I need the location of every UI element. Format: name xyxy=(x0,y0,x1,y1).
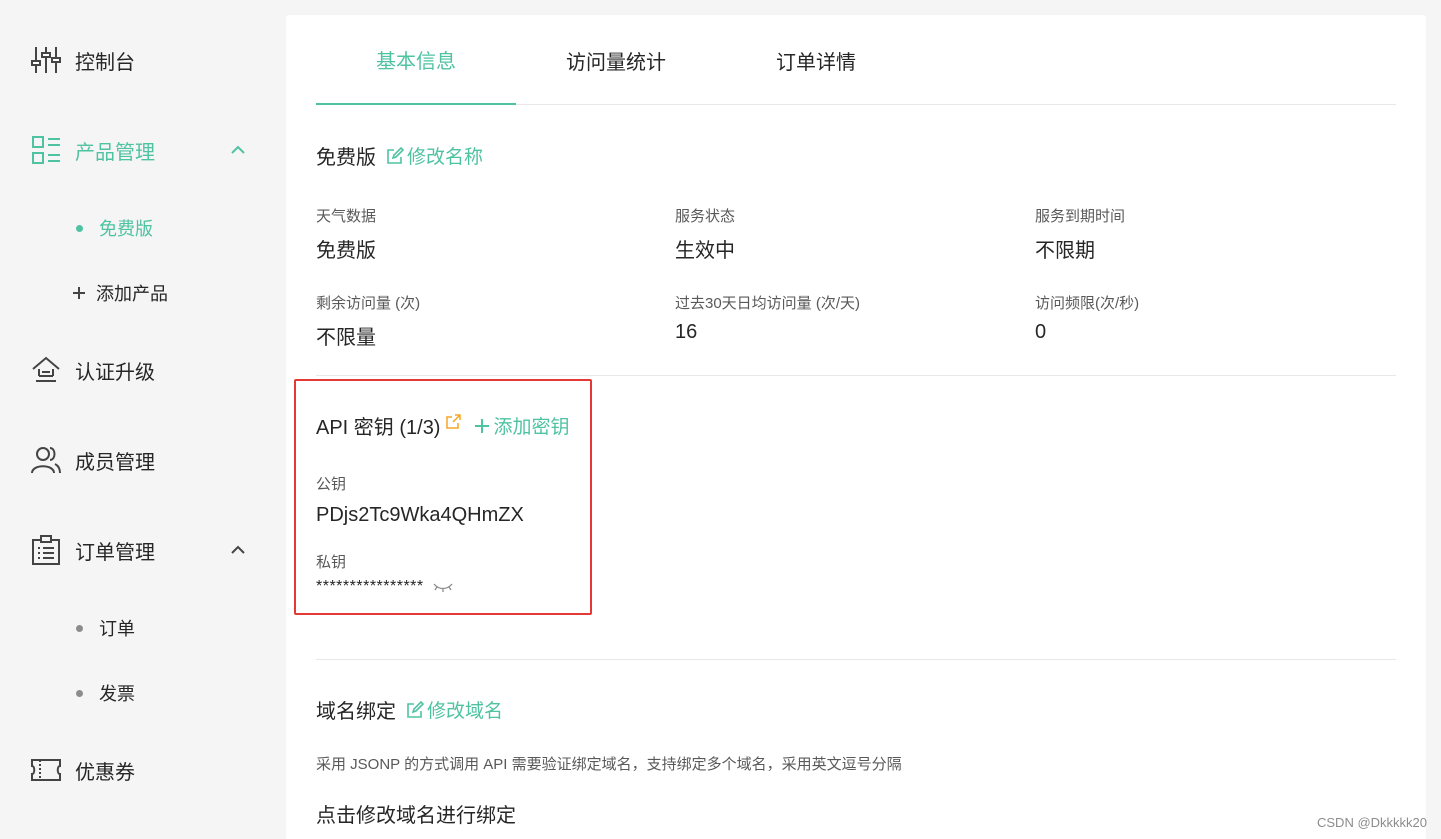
field-label: 过去30天日均访问量 (次/天) xyxy=(675,295,861,312)
field-label: 公钥 xyxy=(316,476,347,493)
sidebar-subitem-free-plan[interactable]: 免费版 xyxy=(76,215,153,241)
domain-title: 域名绑定 xyxy=(316,701,396,723)
chevron-up-icon[interactable] xyxy=(230,142,246,158)
tab-basic-info[interactable]: 基本信息 xyxy=(316,15,516,105)
field-value: 不限量 xyxy=(316,327,376,349)
field-expiry: 服务到期时间 不限期 xyxy=(1035,205,1125,263)
list-grid-icon xyxy=(30,134,62,166)
bullet-dot-icon xyxy=(76,624,83,632)
ticket-icon xyxy=(30,754,62,786)
sidebar: 控制台 产品管理 免费版 添加产品 认证升级 成员管理 订单管理 订单 发票 优… xyxy=(0,0,270,839)
sidebar-subitem-order[interactable]: 订单 xyxy=(76,615,135,641)
field-value: 免费版 xyxy=(316,240,376,262)
public-key-field: 公钥 PDjs2Tc9Wka4QHmZX xyxy=(316,473,524,527)
public-key-value: PDjs2Tc9Wka4QHmZX xyxy=(316,504,524,526)
field-label: 服务到期时间 xyxy=(1035,208,1126,225)
divider xyxy=(316,375,1396,376)
field-value: 0 xyxy=(1035,321,1047,343)
sidebar-item-orders[interactable]: 订单管理 xyxy=(30,532,245,568)
api-key-panel: API 密钥 (1/3) 添加密钥 公钥 PDjs2Tc9Wka4QHmZX 私… xyxy=(294,379,592,615)
sidebar-item-label: 控制台 xyxy=(75,51,135,74)
sidebar-item-label: 成员管理 xyxy=(75,451,155,474)
bullet-dot-icon xyxy=(76,224,83,232)
sidebar-subitem-label: 发票 xyxy=(99,684,135,704)
sidebar-subitem-label: 订单 xyxy=(99,619,135,639)
edit-icon xyxy=(387,146,404,164)
field-label: 访问频限(次/秒) xyxy=(1035,295,1140,312)
private-key-field: 私钥 **************** xyxy=(316,551,454,596)
tab-bar: 基本信息 访问量统计 订单详情 xyxy=(316,15,1396,105)
sidebar-item-dashboard[interactable]: 控制台 xyxy=(30,42,135,78)
private-key-row: **************** xyxy=(316,578,454,596)
chevron-up-icon[interactable] xyxy=(230,542,246,558)
sidebar-item-product[interactable]: 产品管理 xyxy=(30,132,245,168)
divider xyxy=(316,659,1396,660)
domain-section-title: 域名绑定 修改域名 xyxy=(316,695,503,724)
plus-icon xyxy=(72,286,86,300)
main-panel: 基本信息 访问量统计 订单详情 免费版 修改名称 天气数据 免费版 服务状态 生… xyxy=(286,15,1426,839)
field-daily-average: 过去30天日均访问量 (次/天) 16 xyxy=(675,292,860,344)
tab-traffic-stats[interactable]: 访问量统计 xyxy=(516,15,716,105)
api-key-title-row: API 密钥 (1/3) 添加密钥 xyxy=(316,411,570,440)
plus-icon xyxy=(475,418,490,433)
field-value: 不限期 xyxy=(1035,240,1095,262)
sidebar-item-members[interactable]: 成员管理 xyxy=(30,442,155,478)
edit-domain-button[interactable]: 修改域名 xyxy=(406,696,503,723)
domain-description: 采用 JSONP 的方式调用 API 需要验证绑定域名，支持绑定多个域名，采用英… xyxy=(316,756,902,773)
sliders-icon xyxy=(30,44,62,76)
sidebar-subitem-invoice[interactable]: 发票 xyxy=(76,680,135,706)
sidebar-item-coupons[interactable]: 优惠券 xyxy=(30,752,135,788)
rename-label: 修改名称 xyxy=(407,147,484,168)
rename-button[interactable]: 修改名称 xyxy=(386,142,483,169)
add-key-label: 添加密钥 xyxy=(493,417,570,438)
sidebar-subitem-add-product[interactable]: 添加产品 xyxy=(73,280,168,306)
clipboard-icon xyxy=(30,534,62,566)
edit-icon xyxy=(407,700,424,718)
sidebar-item-upgrade[interactable]: 认证升级 xyxy=(30,352,155,388)
field-service-status: 服务状态 生效中 xyxy=(675,205,735,263)
upgrade-home-icon xyxy=(30,354,62,386)
users-icon xyxy=(30,444,62,476)
api-key-title: API 密钥 (1/3) xyxy=(316,417,441,439)
tab-order-details[interactable]: 订单详情 xyxy=(716,15,916,105)
field-value: 生效中 xyxy=(675,240,735,262)
edit-domain-label: 修改域名 xyxy=(427,701,504,722)
plan-section-title: 免费版 修改名称 xyxy=(316,141,483,170)
field-weather-data: 天气数据 免费版 xyxy=(316,205,376,263)
sidebar-item-label: 产品管理 xyxy=(75,141,155,164)
sidebar-subitem-label: 添加产品 xyxy=(96,284,168,304)
sidebar-item-label: 订单管理 xyxy=(75,541,155,564)
field-remaining-quota: 剩余访问量 (次) 不限量 xyxy=(316,292,420,350)
plan-title: 免费版 xyxy=(316,147,376,169)
external-link-icon[interactable] xyxy=(446,412,462,429)
sidebar-item-label: 优惠券 xyxy=(75,761,135,784)
watermark: CSDN @Dkkkkk20 xyxy=(1317,815,1427,830)
eye-closed-icon[interactable] xyxy=(432,580,454,594)
field-rate-limit: 访问频限(次/秒) 0 xyxy=(1035,292,1139,344)
field-label: 剩余访问量 (次) xyxy=(316,295,421,312)
add-key-button[interactable]: 添加密钥 xyxy=(473,412,570,439)
field-label: 天气数据 xyxy=(316,208,377,225)
sidebar-subitem-label: 免费版 xyxy=(99,219,153,239)
private-key-masked-value: **************** xyxy=(316,578,424,595)
bullet-dot-icon xyxy=(76,689,83,697)
sidebar-item-label: 认证升级 xyxy=(75,361,155,384)
field-value: 16 xyxy=(675,321,698,343)
field-label: 私钥 xyxy=(316,554,347,571)
field-label: 服务状态 xyxy=(675,208,736,225)
domain-bind-hint: 点击修改域名进行绑定 xyxy=(316,805,516,827)
